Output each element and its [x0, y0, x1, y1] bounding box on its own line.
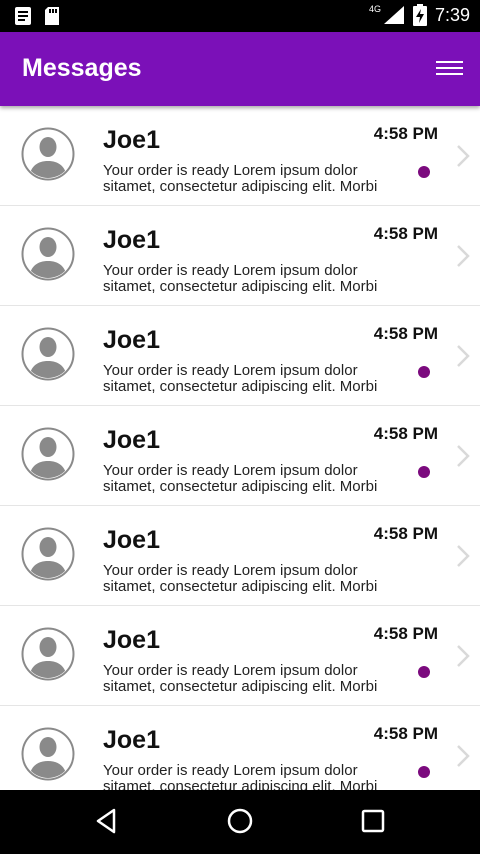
message-preview: Your order is ready Lorem ipsum dolor si…	[103, 163, 378, 195]
notes-icon	[15, 7, 31, 25]
unread-dot	[418, 766, 430, 778]
sender-name: Joe1	[103, 626, 160, 654]
chevron-right-icon	[457, 545, 470, 567]
person-avatar-icon	[21, 327, 75, 381]
chevron-right-icon	[457, 145, 470, 167]
message-row[interactable]: Joe1 4:58 PM Your order is ready Lorem i…	[0, 406, 480, 506]
message-row[interactable]: Joe1 4:58 PM Your order is ready Lorem i…	[0, 206, 480, 306]
person-avatar-icon	[21, 627, 75, 681]
status-left	[14, 6, 60, 26]
unread-dot	[418, 366, 430, 378]
menu-icon	[436, 61, 463, 75]
message-row[interactable]: Joe1 4:58 PM Your order is ready Lorem i…	[0, 106, 480, 206]
message-preview: Your order is ready Lorem ipsum dolor si…	[103, 763, 378, 790]
navigation-bar	[0, 790, 480, 854]
message-time: 4:58 PM	[373, 124, 438, 143]
message-row[interactable]: Joe1 4:58 PM Your order is ready Lorem i…	[0, 306, 480, 406]
menu-button[interactable]	[436, 56, 464, 80]
sd-card-icon	[45, 7, 59, 25]
person-avatar-icon	[21, 727, 75, 781]
unread-dot	[418, 666, 430, 678]
message-preview: Your order is ready Lorem ipsum dolor si…	[103, 463, 378, 495]
sender-name: Joe1	[103, 126, 160, 154]
sender-name: Joe1	[103, 726, 160, 754]
message-list[interactable]: Joe1 4:58 PM Your order is ready Lorem i…	[0, 106, 480, 790]
home-icon	[227, 808, 253, 834]
person-avatar-icon	[21, 427, 75, 481]
chevron-right-icon	[457, 745, 470, 767]
person-avatar-icon	[21, 227, 75, 281]
chevron-right-icon	[457, 445, 470, 467]
person-avatar-icon	[21, 527, 75, 581]
sender-name: Joe1	[103, 226, 160, 254]
page-title: Messages	[22, 54, 142, 82]
home-button[interactable]	[225, 806, 255, 836]
person-avatar-icon	[21, 127, 75, 181]
message-preview: Your order is ready Lorem ipsum dolor si…	[103, 363, 378, 395]
back-icon	[96, 808, 116, 834]
sender-name: Joe1	[103, 326, 160, 354]
message-row[interactable]: Joe1 4:58 PM Your order is ready Lorem i…	[0, 706, 480, 790]
message-time: 4:58 PM	[373, 424, 438, 443]
app-bar: Messages	[0, 32, 480, 106]
message-time: 4:58 PM	[373, 624, 438, 643]
status-time: 7:39	[434, 4, 470, 25]
message-preview: Your order is ready Lorem ipsum dolor si…	[103, 663, 378, 695]
chevron-right-icon	[457, 645, 470, 667]
message-preview: Your order is ready Lorem ipsum dolor si…	[103, 563, 378, 595]
recents-icon	[361, 809, 385, 833]
chevron-right-icon	[457, 345, 470, 367]
message-time: 4:58 PM	[373, 224, 438, 243]
back-button[interactable]	[92, 806, 122, 836]
message-row[interactable]: Joe1 4:58 PM Your order is ready Lorem i…	[0, 606, 480, 706]
message-time: 4:58 PM	[373, 324, 438, 343]
message-time: 4:58 PM	[373, 724, 438, 743]
unread-dot	[418, 466, 430, 478]
recents-button[interactable]	[358, 806, 388, 836]
sender-name: Joe1	[103, 426, 160, 454]
message-row[interactable]: Joe1 4:58 PM Your order is ready Lorem i…	[0, 506, 480, 606]
signal-icon	[383, 6, 404, 24]
message-time: 4:58 PM	[373, 524, 438, 543]
chevron-right-icon	[457, 245, 470, 267]
message-preview: Your order is ready Lorem ipsum dolor si…	[103, 263, 378, 295]
status-right: 4G 7:39	[369, 4, 470, 26]
unread-dot	[418, 166, 430, 178]
status-bar: 4G 7:39	[0, 0, 480, 32]
sender-name: Joe1	[103, 526, 160, 554]
battery-charging-icon	[412, 4, 427, 26]
network-type: 4G	[368, 4, 381, 14]
